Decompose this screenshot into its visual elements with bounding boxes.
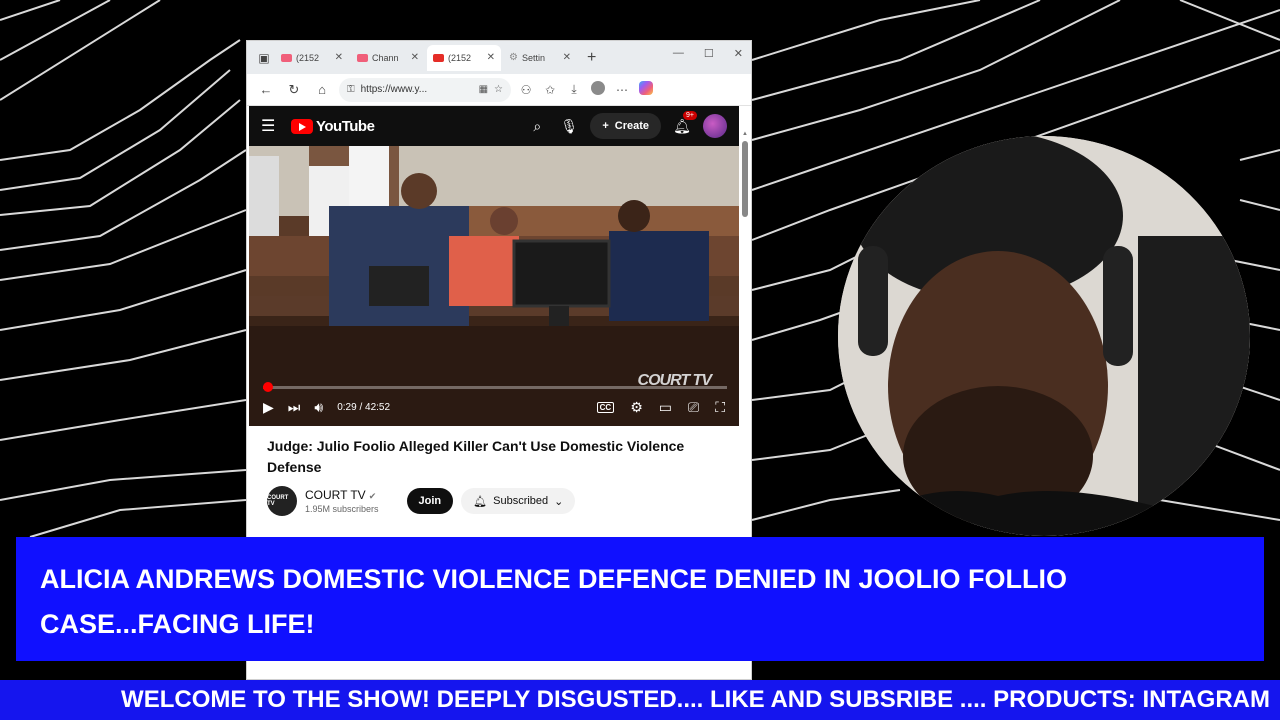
ticker-banner: WELCOME TO THE SHOW! DEEPLY DISGUSTED...… (0, 680, 1280, 720)
close-icon[interactable]: ✕ (487, 52, 495, 63)
scroll-up-arrow-icon[interactable]: ▲ (742, 131, 748, 137)
search-icon[interactable]: ⌕ (526, 118, 548, 135)
chevron-down-icon: ⌄ (554, 495, 564, 508)
subscribed-label: Subscribed (493, 495, 549, 507)
fullscreen-icon[interactable]: ⛶ (715, 399, 725, 416)
notification-badge: 9+ (683, 110, 697, 120)
microphone-icon[interactable]: 🎙︎ (558, 118, 580, 135)
channel-avatar[interactable]: COURT TV (267, 486, 297, 516)
video-player[interactable]: COURT TV ▶ ⏭ 🔊︎ 0:29 / 42:52 CC ⚙ ▭ ⎚ ⛶ (249, 146, 739, 426)
tab-title: (2152 (448, 52, 472, 63)
next-icon[interactable]: ⏭ (288, 399, 301, 416)
minimize-icon[interactable]: — (673, 47, 684, 60)
browser-tab-4[interactable]: ⚙ Settin ✕ (503, 45, 577, 71)
video-info: Judge: Julio Foolio Alleged Killer Can't… (249, 426, 739, 526)
apps-icon[interactable]: ▦ (479, 84, 488, 95)
more-menu-icon[interactable]: ⋯ (613, 83, 631, 97)
theater-mode-icon[interactable]: ▭ (659, 399, 672, 416)
streamer-webcam-image (838, 136, 1250, 536)
headline-text: ALICIA ANDREWS DOMESTIC VIOLENCE DEFENCE… (40, 564, 1068, 639)
captions-icon[interactable]: CC (596, 401, 615, 413)
headline-banner: ALICIA ANDREWS DOMESTIC VIOLENCE DEFENCE… (16, 537, 1264, 661)
youtube-play-icon (291, 118, 313, 134)
window-controls: — ☐ ✕ (673, 47, 743, 60)
create-button[interactable]: + Create (590, 113, 661, 139)
player-right-controls: CC ⚙ ▭ ⎚ ⛶ (596, 399, 725, 416)
home-icon[interactable]: ⌂ (311, 82, 333, 97)
new-tab-icon[interactable]: + (579, 49, 604, 67)
channel-name-row[interactable]: COURT TV ✔ (305, 488, 379, 502)
tab-actions-icon[interactable]: ▣ (255, 49, 273, 67)
progress-bar[interactable] (263, 382, 727, 392)
join-button[interactable]: Join (406, 488, 454, 514)
youtube-logo[interactable]: YouTube (291, 117, 375, 135)
tab-title: Chann (372, 52, 399, 63)
channel-meta: COURT TV ✔ 1.95M subscribers (305, 488, 379, 514)
youtube-favicon (281, 53, 292, 62)
close-icon[interactable]: ✕ (411, 52, 419, 63)
time-display: 0:29 / 42:52 (337, 401, 391, 413)
youtube-wordmark: YouTube (316, 117, 375, 135)
favorite-star-icon[interactable]: ☆ (494, 84, 503, 95)
close-icon[interactable]: ✕ (563, 52, 571, 63)
menu-icon[interactable]: ☰ (261, 116, 281, 136)
channel-name[interactable]: COURT TV (305, 488, 366, 502)
profile-icon[interactable] (589, 81, 607, 98)
youtube-studio-favicon (357, 53, 368, 62)
verified-icon: ✔ (368, 491, 377, 501)
tab-bar: ▣ (2152 ✕ Chann ✕ (2152 ✕ ⚙ Settin ✕ + —… (247, 41, 751, 74)
url-field[interactable]: ⚿ https://www.y... ▦ ☆ (339, 77, 511, 102)
favorites-icon[interactable]: ✩ (541, 83, 559, 97)
subscribed-button[interactable]: 🔔︎ Subscribed ⌄ (461, 488, 576, 514)
cast-icon[interactable]: ⎚ (688, 399, 699, 416)
downloads-icon[interactable]: ⤓ (565, 82, 583, 97)
refresh-icon[interactable]: ↻ (283, 82, 305, 98)
channel-row: COURT TV COURT TV ✔ 1.95M subscribers Joi… (267, 486, 721, 516)
extensions-icon[interactable]: ⚇ (517, 83, 535, 97)
copilot-icon[interactable] (637, 81, 655, 98)
player-controls: ▶ ⏭ 🔊︎ 0:29 / 42:52 CC ⚙ ▭ ⎚ ⛶ (263, 396, 725, 418)
browser-tab-1[interactable]: (2152 ✕ (275, 45, 349, 71)
url-text: https://www.y... (360, 84, 428, 95)
plus-icon: + (602, 120, 609, 132)
browser-tab-3[interactable]: (2152 ✕ (427, 44, 501, 71)
address-bar-row: ← ↻ ⌂ ⚿ https://www.y... ▦ ☆ ⚇ ✩ ⤓ ⋯ (247, 74, 751, 106)
bell-icon: 🔔︎ (473, 495, 488, 508)
gear-icon: ⚙ (509, 52, 518, 63)
site-info-icon[interactable]: ⚿ (347, 84, 355, 95)
account-avatar[interactable] (703, 114, 727, 138)
scrollbar-thumb[interactable] (742, 141, 748, 217)
tab-title: Settin (521, 52, 545, 63)
settings-gear-icon[interactable]: ⚙ (630, 399, 643, 416)
youtube-header: ☰ YouTube ⌕ 🎙︎ + Create 🔔︎ 9+ (249, 106, 739, 146)
close-icon[interactable]: ✕ (335, 52, 343, 63)
create-label: Create (614, 120, 649, 132)
volume-icon[interactable]: 🔊︎ (314, 399, 323, 416)
notifications-bell-icon[interactable]: 🔔︎ 9+ (671, 110, 697, 135)
youtube-favicon (433, 53, 444, 62)
webcam-feed (838, 136, 1250, 536)
video-title: Judge: Julio Foolio Alleged Killer Can't… (267, 438, 685, 475)
maximize-icon[interactable]: ☐ (704, 47, 714, 60)
ticker-text: WELCOME TO THE SHOW! DEEPLY DISGUSTED...… (121, 686, 1270, 713)
play-icon[interactable]: ▶ (263, 399, 274, 416)
close-window-icon[interactable]: ✕ (734, 47, 743, 60)
subscriber-count: 1.95M subscribers (305, 504, 379, 514)
tab-title: (2152 (296, 52, 320, 63)
browser-tab-2[interactable]: Chann ✕ (351, 45, 425, 71)
back-arrow-icon[interactable]: ← (255, 82, 277, 97)
